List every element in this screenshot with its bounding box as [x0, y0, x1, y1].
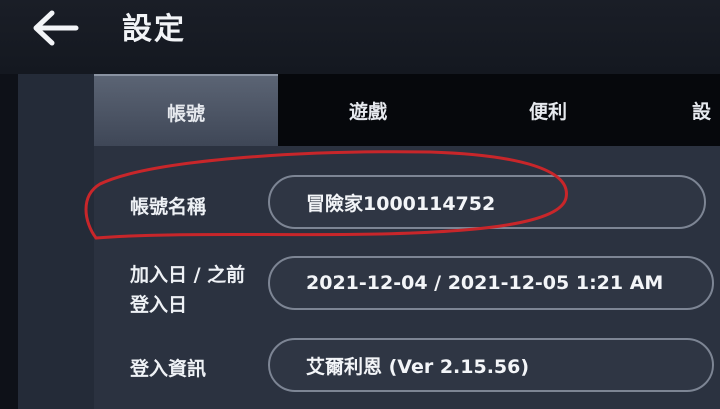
- tab-game[interactable]: 遊戲: [278, 74, 458, 146]
- join-date-label-line2: 登入日: [130, 294, 188, 316]
- header-bar: 設定: [0, 0, 720, 74]
- left-side-panel: [18, 74, 94, 409]
- back-arrow-icon[interactable]: [30, 8, 80, 48]
- account-name-field: 冒險家1000114752: [268, 175, 706, 229]
- tab-account[interactable]: 帳號: [94, 74, 278, 148]
- login-info-label: 登入資訊: [130, 358, 207, 380]
- tab-convenience[interactable]: 便利: [458, 74, 638, 146]
- account-name-label: 帳號名稱: [130, 196, 207, 218]
- join-date-label-line1: 加入日 / 之前: [130, 264, 246, 286]
- join-date-field: 2021-12-04 / 2021-12-05 1:21 AM: [268, 256, 714, 310]
- login-info-field: 艾爾利恩 (Ver 2.15.56): [268, 338, 714, 392]
- join-date-label: 加入日 / 之前 登入日: [130, 260, 245, 320]
- tab-bar: 帳號 遊戲 便利 設: [94, 74, 720, 148]
- page-title: 設定: [122, 12, 186, 47]
- tab-settings-partial[interactable]: 設: [692, 74, 720, 146]
